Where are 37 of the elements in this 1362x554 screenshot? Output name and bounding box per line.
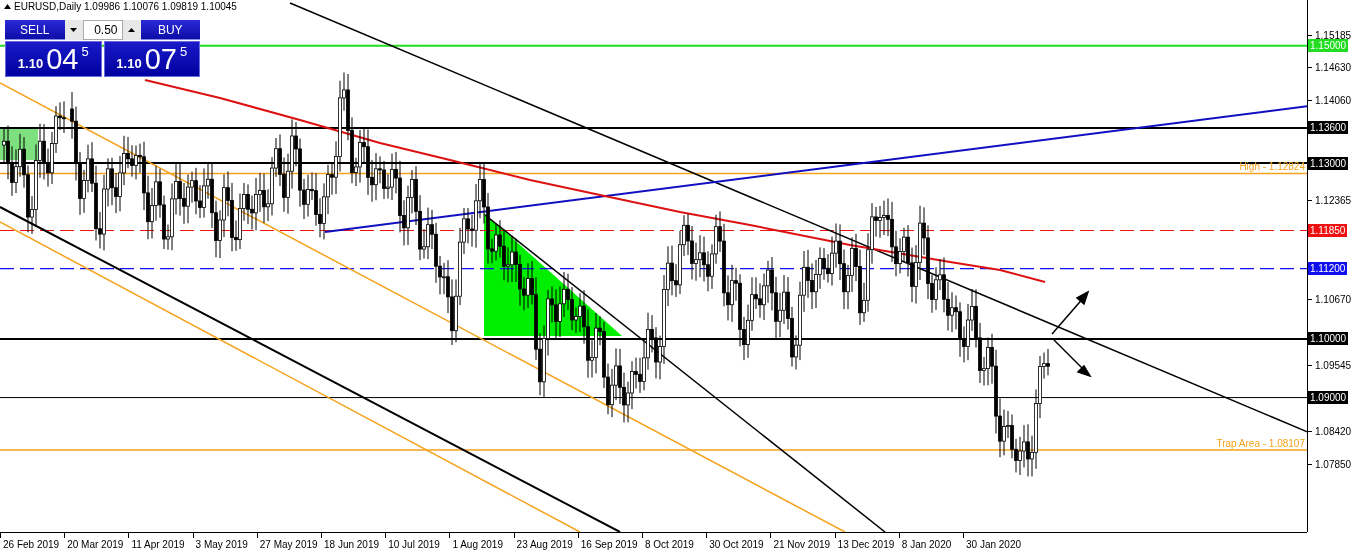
price-axis-label: 1.07850 xyxy=(1315,459,1352,471)
buy-button[interactable]: BUY xyxy=(140,20,200,40)
level-annotation: High - 1.12824 xyxy=(1239,161,1305,173)
date-axis-label: 1 Aug 2019 xyxy=(452,539,503,550)
date-axis-label: 8 Jan 2020 xyxy=(901,539,952,550)
date-axis-label: 10 Jul 2019 xyxy=(388,539,440,550)
sell-button[interactable]: SELL xyxy=(5,20,65,40)
price-level-tag: 1.10000 xyxy=(1308,332,1349,346)
date-axis-label: 18 Jun 2019 xyxy=(324,539,380,550)
date-axis-label: 30 Jan 2020 xyxy=(966,539,1022,550)
date-axis-label: 3 May 2019 xyxy=(195,539,248,550)
date-axis-label: 23 Aug 2019 xyxy=(516,539,573,550)
price-axis-label: 1.09545 xyxy=(1315,360,1352,372)
date-axis-label: 26 Feb 2019 xyxy=(3,539,60,550)
price-level-tag: 1.15000 xyxy=(1308,39,1349,53)
level-annotation: Trap Area - 1.08107 xyxy=(1216,437,1305,449)
date-axis-label: 13 Dec 2019 xyxy=(837,539,895,550)
chart-header: EURUSD,Daily 1.09986 1.10076 1.09819 1.10045 xyxy=(14,1,237,12)
price-level-tag: 1.13000 xyxy=(1308,156,1349,170)
lot-size-field[interactable]: 0.50 xyxy=(82,20,123,40)
date-axis-label: 21 Nov 2019 xyxy=(773,539,831,550)
date-axis-label: 30 Oct 2019 xyxy=(709,539,764,550)
price-level-tag: 1.11850 xyxy=(1308,224,1348,237)
price-level-tag: 1.09000 xyxy=(1308,391,1349,405)
date-axis-label: 11 Apr 2019 xyxy=(131,539,185,550)
price-axis-label: 1.14630 xyxy=(1315,62,1352,74)
price-level-tag: 1.11200 xyxy=(1308,262,1348,276)
price-axis-label: 1.14060 xyxy=(1315,95,1352,107)
date-axis-label: 27 May 2019 xyxy=(259,539,318,550)
price-axis-label: 1.08420 xyxy=(1315,426,1352,438)
date-axis-label: 20 Mar 2019 xyxy=(67,539,124,550)
price-axis-label: 1.12365 xyxy=(1315,194,1352,206)
date-axis-label: 16 Sep 2019 xyxy=(580,539,638,550)
price-axis-label: 1.10670 xyxy=(1315,294,1352,306)
price-level-tag: 1.13600 xyxy=(1308,121,1349,135)
date-axis-label: 8 Oct 2019 xyxy=(645,539,694,550)
price-axis-label: 1.15185 xyxy=(1315,29,1352,41)
